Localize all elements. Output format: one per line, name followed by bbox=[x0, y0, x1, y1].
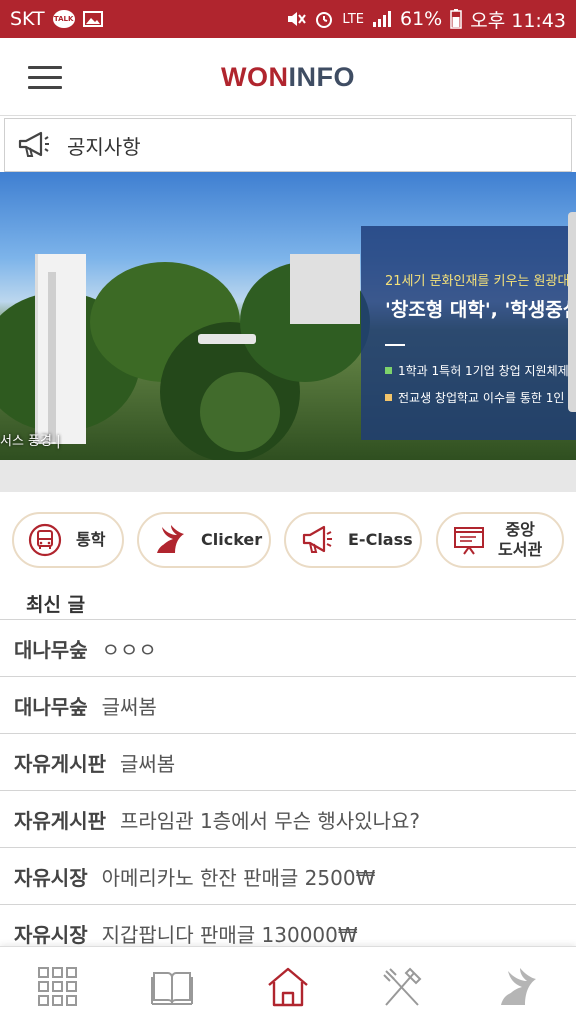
eclass-label: E-Class bbox=[348, 530, 413, 549]
post-title: 글써봄 bbox=[101, 694, 157, 719]
home-icon[interactable] bbox=[266, 965, 310, 1009]
banner-scroll-indicator bbox=[568, 212, 576, 412]
library-button[interactable]: 중앙 도서관 bbox=[436, 512, 564, 568]
post-row[interactable]: 대나무숲 글써봄 bbox=[0, 676, 576, 733]
fork-knife-icon[interactable] bbox=[380, 965, 424, 1009]
battery-percent: 61% bbox=[400, 8, 443, 30]
clicker-label: Clicker bbox=[201, 530, 263, 549]
kakaotalk-icon: TALK bbox=[52, 10, 75, 28]
book-icon[interactable] bbox=[150, 965, 194, 1009]
banner-subtitle: 21세기 문화인재를 키우는 원광대학 bbox=[385, 274, 576, 289]
bus-icon bbox=[28, 523, 62, 557]
eclass-button[interactable]: E-Class bbox=[284, 512, 422, 568]
presentation-board-icon bbox=[454, 527, 484, 555]
battery-icon bbox=[450, 9, 462, 29]
post-title: ㅇㅇㅇ bbox=[101, 637, 157, 662]
notice-bar[interactable]: 공지사항 bbox=[4, 118, 572, 172]
app-logo: WONINFO bbox=[221, 62, 355, 92]
commute-button[interactable]: 통학 bbox=[12, 512, 124, 568]
recent-posts-list: 대나무숲 ㅇㅇㅇ 대나무숲 글써봄 자유게시판 글써봄 자유게시판 프라임관 1층에서 … bbox=[0, 619, 576, 961]
post-row[interactable]: 자유게시판 글써봄 bbox=[0, 733, 576, 790]
post-title: 프라임관 1층에서 무슨 행사있나요? bbox=[120, 808, 421, 833]
clicker-button[interactable]: Clicker bbox=[137, 512, 271, 568]
post-title: 글써봄 bbox=[120, 751, 176, 776]
app-header: WONINFO bbox=[0, 38, 576, 116]
clicker-logo-icon[interactable] bbox=[496, 965, 540, 1009]
network-label: LTE bbox=[342, 11, 364, 27]
gallery-icon bbox=[82, 11, 103, 27]
banner-caption: 서스 풍경 | bbox=[0, 434, 61, 449]
library-label-text: 중앙 도서관 bbox=[498, 520, 543, 559]
post-board: 자유게시판 bbox=[14, 808, 106, 833]
post-board: 대나무숲 bbox=[14, 694, 88, 719]
campus-building bbox=[290, 254, 360, 324]
post-title: 아메리카노 한잔 판매글 2500₩ bbox=[101, 865, 376, 890]
library-label: 중앙 도서관 bbox=[498, 520, 542, 560]
banner-bullet: 1학과 1특허 1기업 창업 지원체제 bbox=[385, 362, 576, 379]
grid-menu-icon[interactable] bbox=[36, 965, 80, 1009]
megaphone-icon bbox=[18, 131, 49, 157]
notice-label: 공지사항 bbox=[67, 134, 141, 159]
commute-label: 통학 bbox=[76, 530, 106, 549]
post-board: 자유시장 bbox=[14, 865, 88, 890]
megaphone-icon bbox=[302, 525, 332, 553]
post-row[interactable]: 자유시장 아메리카노 한잔 판매글 2500₩ bbox=[0, 847, 576, 904]
section-divider bbox=[0, 460, 576, 492]
post-row[interactable]: 자유게시판 프라임관 1층에서 무슨 행사있나요? bbox=[0, 790, 576, 847]
mute-icon bbox=[288, 12, 307, 26]
post-row[interactable]: 대나무숲 ㅇㅇㅇ bbox=[0, 619, 576, 676]
campus-tower bbox=[35, 254, 86, 444]
alarm-icon bbox=[316, 12, 333, 28]
post-title: 지갑팝니다 판매글 130000₩ bbox=[101, 922, 358, 947]
post-board: 자유시장 bbox=[14, 922, 88, 947]
clicker-logo-icon bbox=[157, 525, 184, 553]
bottom-navigation bbox=[0, 946, 576, 1025]
signal-icon bbox=[373, 11, 391, 27]
status-bar: SKT TALK LTE 61% 오후 11:43 bbox=[0, 0, 576, 38]
post-board: 자유게시판 bbox=[14, 751, 106, 776]
banner-headline: '창조형 대학', '학생중심 bbox=[385, 299, 576, 321]
promo-banner[interactable]: 서스 풍경 | 21세기 문화인재를 키우는 원광대학 '창조형 대학', '학… bbox=[0, 172, 576, 460]
carrier-label: SKT bbox=[10, 8, 45, 30]
banner-bullet: 전교생 창업학교 이수를 통한 1인 bbox=[385, 389, 576, 406]
banner-text-panel: 21세기 문화인재를 키우는 원광대학 '창조형 대학', '학생중심 1학과 … bbox=[361, 226, 576, 440]
clock: 오후 11:43 bbox=[470, 9, 566, 32]
recent-posts-title: 최신 글 bbox=[26, 594, 86, 616]
post-board: 대나무숲 bbox=[14, 637, 88, 662]
